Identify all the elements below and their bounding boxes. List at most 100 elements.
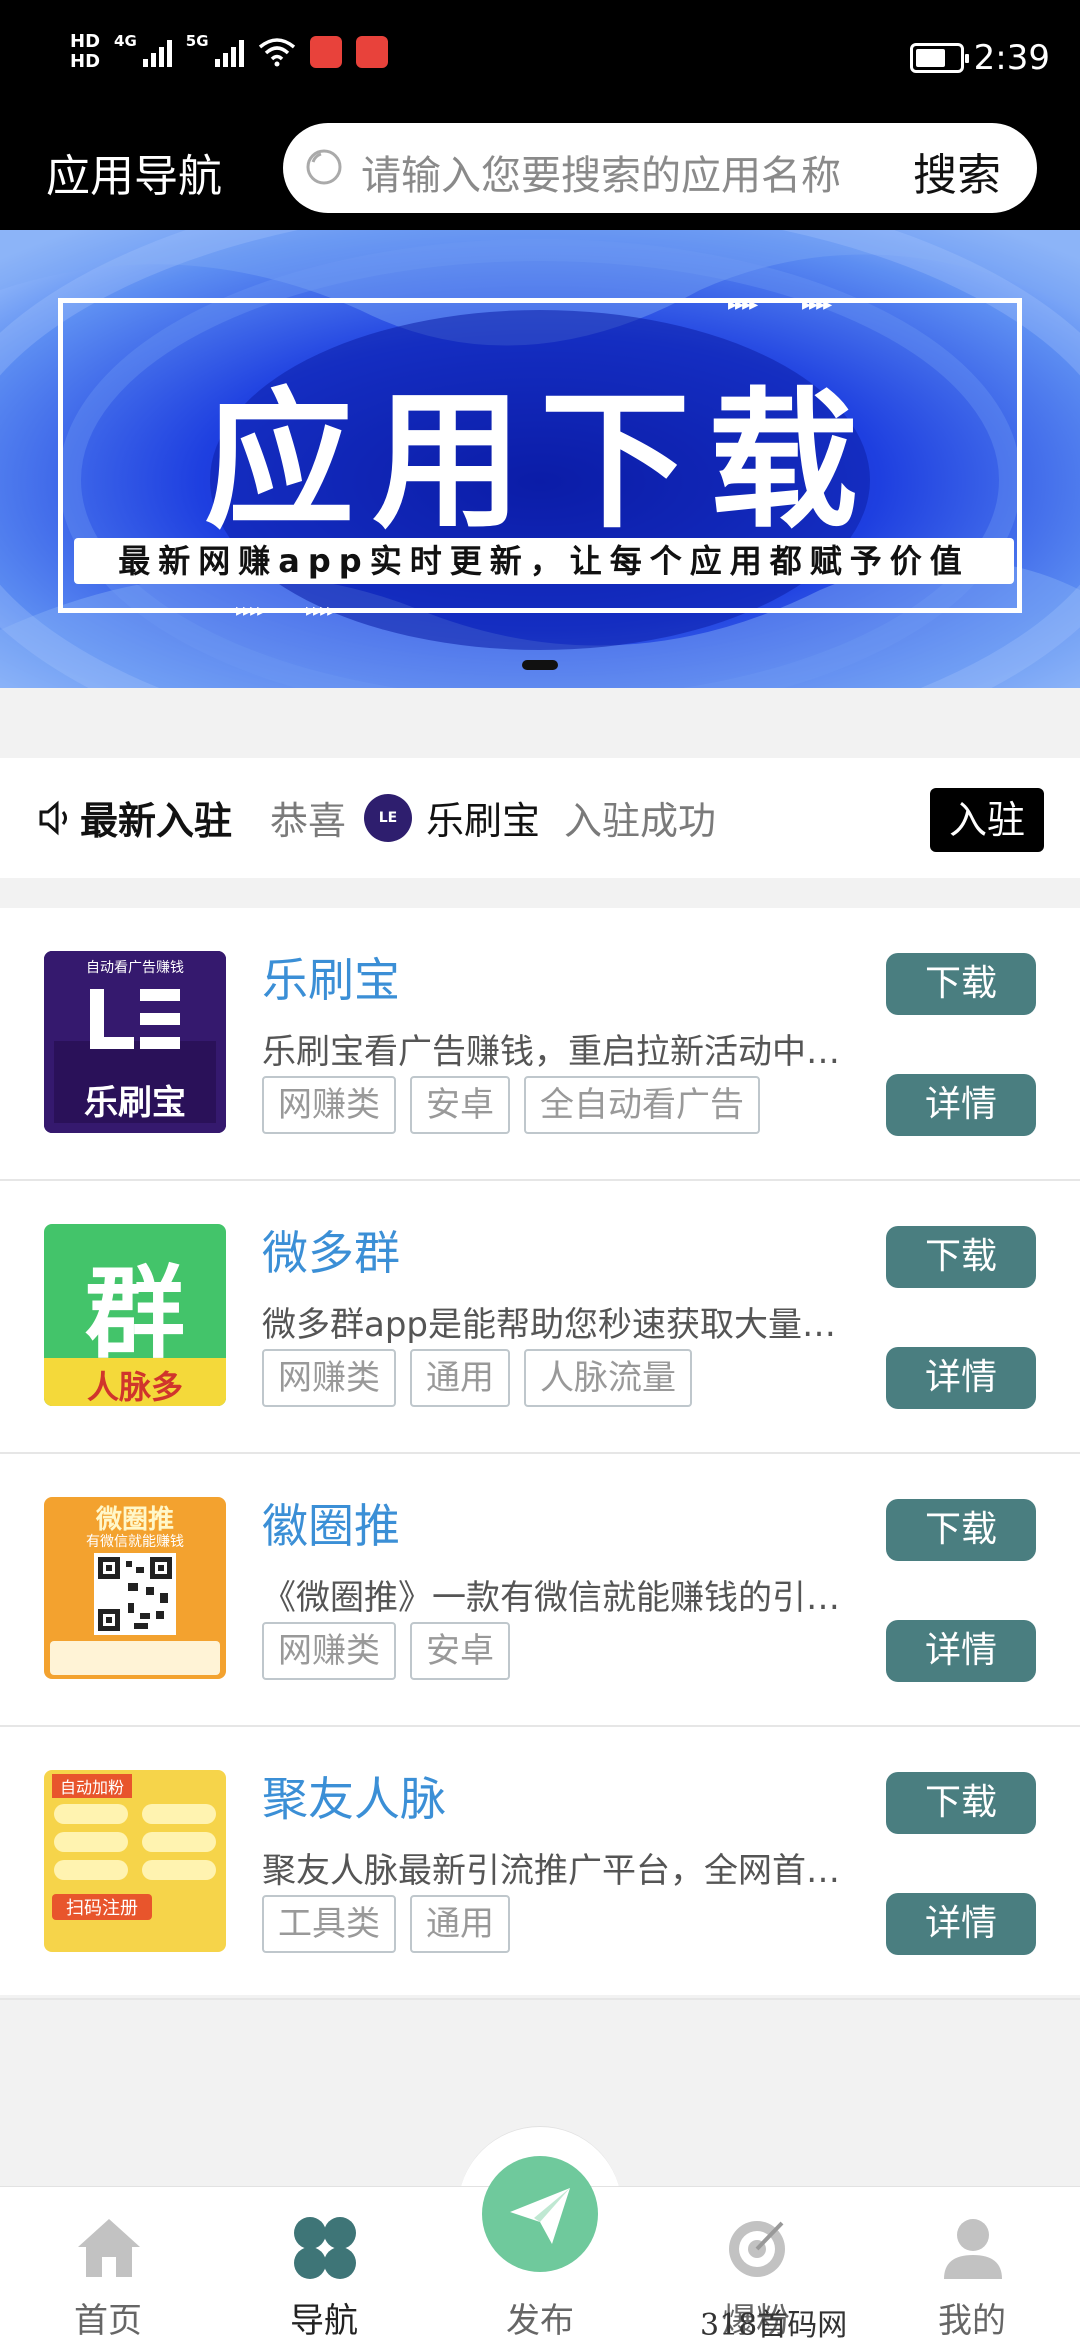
app-list: 乐刷宝 自动看广告赚钱 乐刷宝 乐刷宝看广告赚钱，重启拉新活动中… 网赚类 安卓… <box>0 908 1080 2000</box>
join-button[interactable]: 入驻 <box>930 788 1044 852</box>
paper-plane-icon <box>510 2188 570 2244</box>
target-icon <box>729 2221 785 2277</box>
tag: 网赚类 <box>262 1076 396 1134</box>
carousel-indicator <box>522 660 558 670</box>
thumb-pill <box>54 1860 128 1880</box>
app-description: 乐刷宝看广告赚钱，重启拉新活动中… <box>262 1032 840 1072</box>
tab-home-label: 首页 <box>74 2301 142 2340</box>
app-description: 微多群app是能帮助您秒速获取大量… <box>262 1305 836 1345</box>
tag: 网赚类 <box>262 1622 396 1680</box>
thumb-caption: 扫码注册 <box>52 1894 152 1920</box>
notice-label: 最新入驻 <box>80 799 233 843</box>
home-icon <box>78 2219 140 2277</box>
details-button[interactable]: 详情 <box>886 1347 1036 1409</box>
thumb-pill <box>54 1832 128 1852</box>
notice-suffix: 入驻成功 <box>564 799 717 843</box>
tab-nav[interactable]: 导航 <box>224 2187 424 2340</box>
wifi-icon <box>258 38 295 67</box>
banner-arrows-top-1: ▸▸▸▸ <box>728 294 758 315</box>
app-description: 聚友人脉最新引流推广平台，全网首… <box>262 1851 840 1891</box>
search-button[interactable]: 搜索 <box>913 139 1001 203</box>
notification-book-icon <box>309 36 342 68</box>
clock: 2:39 <box>973 38 1050 78</box>
list-item[interactable]: 自动加粉 扫码注册 聚友人脉 聚友人脉最新引流推广平台，全网首… 工具类 通用 … <box>0 1727 1080 2000</box>
tag: 人脉流量 <box>524 1349 692 1407</box>
tab-home[interactable]: 首页 <box>8 2187 208 2340</box>
notification-app-icon <box>355 36 388 68</box>
tag: 安卓 <box>410 1622 510 1680</box>
latest-join-notice: 最新入驻 恭喜 LE 乐刷宝 入驻成功 入驻 <box>0 758 1080 878</box>
thumb-top-text: 自动加粉 <box>52 1774 132 1798</box>
details-button[interactable]: 详情 <box>886 1893 1036 1955</box>
tag: 全自动看广告 <box>524 1076 760 1134</box>
clover-icon <box>294 2217 356 2279</box>
list-item[interactable]: 群 人脉多 微多群 微多群app是能帮助您秒速获取大量… 网赚类 通用 人脉流量… <box>0 1181 1080 1454</box>
battery-icon <box>909 43 969 73</box>
thumb-caption: 有微信就能赚钱 <box>86 1534 184 1550</box>
app-name[interactable]: 微多群 <box>262 1217 400 1283</box>
banner-arrows-bottom-2: ▸▸▸▸ <box>306 600 336 621</box>
header: 应用导航 请输入您要搜索的应用名称 搜索 <box>0 120 1080 230</box>
app-name[interactable]: 聚友人脉 <box>262 1763 446 1829</box>
status-bar: HD HD 4G 5G 2:39 <box>0 0 1080 120</box>
download-button[interactable]: 下载 <box>886 953 1036 1015</box>
app-name[interactable]: 乐刷宝 <box>262 944 400 1010</box>
app-tags: 工具类 通用 <box>262 1895 510 1953</box>
app-tags: 网赚类 通用 人脉流量 <box>262 1349 692 1407</box>
app-tags: 网赚类 安卓 <box>262 1622 510 1680</box>
notice-app-name: 乐刷宝 <box>426 799 541 843</box>
hd-indicators: HD HD <box>70 32 100 72</box>
thumb-pill <box>142 1832 216 1852</box>
signal-icon <box>142 37 172 67</box>
app-name[interactable]: 徽圈推 <box>262 1490 400 1556</box>
notice-app-logo: LE <box>364 794 412 842</box>
download-button[interactable]: 下载 <box>886 1499 1036 1561</box>
tag: 工具类 <box>262 1895 396 1953</box>
user-icon <box>944 2219 1002 2279</box>
thumb-pill <box>54 1804 128 1824</box>
app-thumbnail: 自动加粉 扫码注册 <box>44 1770 226 1952</box>
qr-code-icon <box>94 1553 176 1635</box>
details-button[interactable]: 详情 <box>886 1074 1036 1136</box>
hd1-label: HD <box>70 31 101 52</box>
speaker-icon <box>39 800 67 836</box>
details-button[interactable]: 详情 <box>886 1620 1036 1682</box>
app-thumbnail: 乐刷宝 自动看广告赚钱 <box>44 951 226 1133</box>
app-navigation-page: HD HD 4G 5G 2:39 应用导航 请输入您要搜索的应用名称 搜索 ▸▸… <box>0 0 1080 2340</box>
download-button[interactable]: 下载 <box>886 1772 1036 1834</box>
thumb-caption: 乐刷宝 <box>84 1083 186 1123</box>
publish-button[interactable] <box>482 2156 598 2272</box>
tag: 网赚类 <box>262 1349 396 1407</box>
list-item[interactable]: 微圈推 有微信就能赚钱 徽圈推 《微圈推》一款有微信就能赚钱的引… 网赚类 安卓 <box>0 1454 1080 1727</box>
app-description: 《微圈推》一款有微信就能赚钱的引… <box>262 1578 840 1618</box>
thumb-pill <box>142 1804 216 1824</box>
search-icon <box>306 149 342 185</box>
thumb-top-text: 群 <box>85 1255 185 1372</box>
notice-prefix: 恭喜 <box>270 799 347 843</box>
thumb-footer <box>50 1641 220 1675</box>
tab-nav-label: 导航 <box>290 2301 358 2340</box>
list-item[interactable]: 乐刷宝 自动看广告赚钱 乐刷宝 乐刷宝看广告赚钱，重启拉新活动中… 网赚类 安卓… <box>0 908 1080 1181</box>
network-4g-label: 4G <box>114 32 137 50</box>
thumb-pill <box>142 1860 216 1880</box>
search-input[interactable]: 请输入您要搜索的应用名称 搜索 <box>283 123 1037 213</box>
tab-publish-label: 发布 <box>506 2301 574 2340</box>
banner-carousel[interactable]: ▸▸▸▸ ▸▸▸▸ ▸▸▸▸ ▸▸▸▸ 应用下载 最新网赚app实时更新，让每个… <box>0 230 1080 688</box>
banner-subtitle: 最新网赚app实时更新，让每个应用都赋予价值 <box>74 538 1014 584</box>
status-left: HD HD 4G 5G <box>70 32 388 72</box>
banner-arrows-bottom-1: ▸▸▸▸ <box>236 600 266 621</box>
tag: 通用 <box>410 1895 510 1953</box>
network-5g-label: 5G <box>185 32 209 50</box>
status-right: 2:39 <box>909 38 1050 78</box>
app-thumbnail: 群 人脉多 <box>44 1224 226 1406</box>
download-button[interactable]: 下载 <box>886 1226 1036 1288</box>
tag: 通用 <box>410 1349 510 1407</box>
watermark: 318首码网 www.e318.com <box>700 2308 848 2340</box>
thumb-caption: 人脉多 <box>86 1368 183 1406</box>
search-placeholder: 请输入您要搜索的应用名称 <box>361 153 841 199</box>
thumb-top-text: 自动看广告赚钱 <box>86 960 184 976</box>
app-thumbnail: 微圈推 有微信就能赚钱 <box>44 1497 226 1679</box>
page-title: 应用导航 <box>46 151 222 202</box>
banner-title: 应用下载 <box>203 375 876 549</box>
hd2-label: HD <box>70 51 101 72</box>
